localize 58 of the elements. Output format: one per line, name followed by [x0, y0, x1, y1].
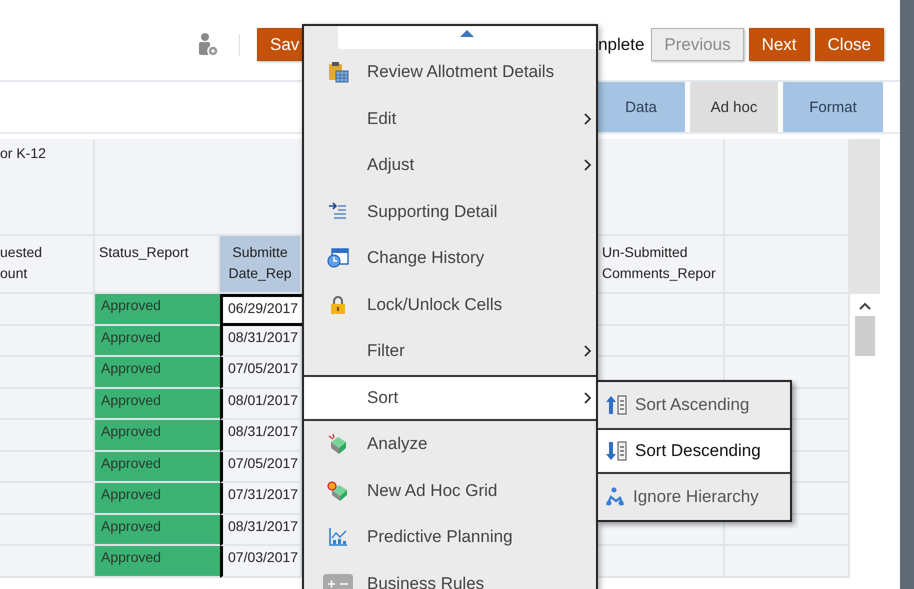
- table-cell[interactable]: 07/05/2017: [220, 357, 302, 388]
- menu-item[interactable]: Edit: [304, 96, 596, 142]
- person-icon[interactable]: [198, 32, 220, 58]
- table-cell[interactable]: 07/03/2017: [220, 546, 302, 578]
- table-cell[interactable]: 07/05/2017: [220, 452, 302, 483]
- menu-item[interactable]: Change History: [304, 235, 596, 282]
- scroll-up-icon[interactable]: [859, 302, 871, 310]
- table-cell: Approved: [95, 483, 220, 514]
- cube-icon: [326, 433, 348, 456]
- table-cell[interactable]: 08/31/2017: [220, 514, 302, 546]
- table-cell: Approved: [95, 357, 220, 388]
- complete-label: nplete: [598, 35, 644, 55]
- tab[interactable]: Ad hoc: [690, 82, 778, 132]
- table-cell: Approved: [95, 420, 220, 452]
- column-header: uested ount: [0, 236, 95, 294]
- sort-ascending-icon: [605, 394, 627, 416]
- plus-minus-icon: [322, 574, 352, 589]
- table-cell[interactable]: 08/31/2017: [220, 420, 302, 452]
- menu-item[interactable]: Sort Ascending: [598, 382, 790, 428]
- scrollbar-thumb[interactable]: [855, 316, 875, 356]
- cube-icon: [326, 480, 348, 502]
- next-button[interactable]: Next: [748, 28, 810, 61]
- table-cell: Approved: [95, 326, 220, 357]
- menu-item[interactable]: Filter: [304, 328, 596, 374]
- tab[interactable]: Data: [597, 82, 685, 132]
- table-cell: Approved: [95, 514, 220, 546]
- menu-item[interactable]: New Ad Hoc Grid: [304, 468, 596, 514]
- line-chart-icon: [328, 527, 348, 548]
- list-icon: [328, 202, 348, 222]
- table-cell[interactable]: 08/01/2017: [220, 388, 302, 420]
- menu-item[interactable]: Adjust: [304, 142, 596, 188]
- table-cell[interactable]: 06/29/2017: [220, 294, 302, 326]
- column-header: Submitte Date_Rep: [220, 236, 302, 294]
- menu-item[interactable]: Supporting Detail: [304, 188, 596, 235]
- column-header: Status_Report: [95, 236, 220, 294]
- calendar-clock-icon: [326, 248, 348, 268]
- menu-item[interactable]: Analyze: [304, 421, 596, 468]
- clipboard-icon: [326, 61, 348, 84]
- table-cell: Approved: [95, 546, 220, 578]
- padlock-icon: [330, 294, 346, 315]
- header-cell: or K-12: [0, 139, 95, 236]
- table-cell: Approved: [95, 388, 220, 420]
- hierarchy-icon: [605, 487, 625, 507]
- menu-item[interactable]: Predictive Planning: [304, 514, 596, 560]
- menu-item[interactable]: Sort Descending: [598, 428, 790, 474]
- table-cell: Approved: [95, 294, 220, 326]
- close-button[interactable]: Close: [814, 28, 884, 61]
- menu-item[interactable]: Sort: [304, 374, 596, 421]
- scroll-up-icon[interactable]: [460, 29, 474, 37]
- menu-item[interactable]: Lock/Unlock Cells: [304, 282, 596, 328]
- column-header: Un-Submitted Comments_Repor: [598, 236, 725, 294]
- menu-item[interactable]: Ignore Hierarchy: [598, 474, 790, 520]
- table-cell[interactable]: 07/31/2017: [220, 483, 302, 514]
- sort-descending-icon: [605, 440, 627, 462]
- menu-item[interactable]: Business Rules: [304, 560, 596, 589]
- table-cell: Approved: [95, 452, 220, 483]
- table-cell[interactable]: 08/31/2017: [220, 326, 302, 357]
- tab[interactable]: Format: [783, 82, 883, 132]
